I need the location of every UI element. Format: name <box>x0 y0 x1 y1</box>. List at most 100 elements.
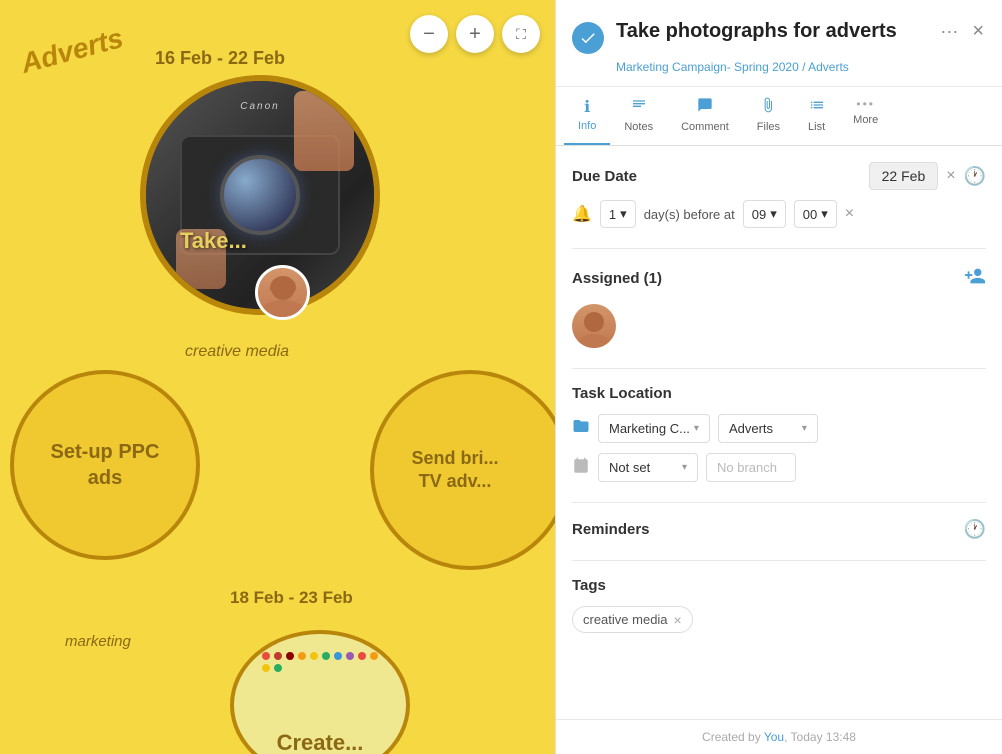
assigned-label: Assigned (1) <box>572 270 662 287</box>
created-by-user[interactable]: You <box>764 730 784 744</box>
project-value: Marketing C... <box>609 421 690 436</box>
zoom-in-button[interactable]: + <box>456 15 494 53</box>
project-chevron-icon: ▾ <box>694 423 699 434</box>
tab-notes[interactable]: Notes <box>610 87 667 145</box>
mindmap-panel: Adverts 16 Feb - 22 Feb Canon Take... <box>0 0 555 754</box>
task-options-button[interactable]: ··· <box>936 19 962 44</box>
assigned-section: Assigned (1) <box>572 265 986 348</box>
tab-files-label: Files <box>757 121 780 133</box>
close-button[interactable]: × <box>970 18 986 45</box>
reminders-section: Reminders 🕐 <box>572 519 986 540</box>
reminder-minute-value: 00 <box>803 207 817 222</box>
task-location-section: Task Location Marketing C... ▾ Adverts ▾ <box>572 385 986 482</box>
tag-text: creative media <box>583 612 668 627</box>
folder-value: Adverts <box>729 421 798 436</box>
list-icon <box>809 97 825 118</box>
reminder-days-select[interactable]: 1 ▾ <box>600 200 636 228</box>
add-user-icon <box>964 265 986 287</box>
send-circle[interactable]: Send bri...TV adv... <box>370 370 555 570</box>
take-label: Take... <box>180 228 247 659</box>
task-location-header: Task Location <box>572 385 986 402</box>
clear-reminder-button[interactable]: × <box>845 205 854 223</box>
divider-2 <box>572 368 986 369</box>
reminders-header: Reminders 🕐 <box>572 519 986 540</box>
tab-list-label: List <box>808 121 825 133</box>
more-icon: ••• <box>856 97 875 111</box>
due-date-section: Due Date 22 Feb × 🕐 🔔 1 ▾ day(s) before … <box>572 162 986 228</box>
remove-tag-button[interactable]: × <box>674 613 682 627</box>
add-assignee-button[interactable] <box>964 265 986 292</box>
task-complete-icon[interactable] <box>572 22 604 54</box>
send-label: Send bri...TV adv... <box>411 447 528 494</box>
divider-1 <box>572 248 986 249</box>
task-header-top: Take photographs for adverts ··· × <box>572 18 986 54</box>
sprint-value: Not set <box>609 460 678 475</box>
assigned-header: Assigned (1) <box>572 265 986 292</box>
dots-menu-icon: ··· <box>940 21 958 41</box>
project-select[interactable]: Marketing C... ▾ <box>598 414 710 443</box>
date-range-bottom: 18 Feb - 23 Feb <box>230 588 353 608</box>
sprint-select[interactable]: Not set ▾ <box>598 453 698 482</box>
create-label: Create... <box>277 730 364 754</box>
branch-icon <box>572 457 590 478</box>
reminder-minute-select[interactable]: 00 ▾ <box>794 200 837 228</box>
location-row-2: Not set ▾ No branch <box>572 453 986 482</box>
create-circle[interactable]: Create... <box>230 630 410 754</box>
zoom-out-button[interactable]: − <box>410 15 448 53</box>
tab-files[interactable]: Files <box>743 87 794 145</box>
files-icon <box>760 97 776 118</box>
reminder-days-value: 1 <box>609 207 616 222</box>
branch-display: No branch <box>706 453 796 482</box>
header-actions: ··· × <box>936 18 986 45</box>
due-date-value[interactable]: 22 Feb <box>869 162 939 190</box>
add-reminder-button[interactable]: 🕐 <box>964 519 986 540</box>
created-by-text: Created by <box>702 730 764 744</box>
alarm-icon: 🔔 <box>572 204 592 224</box>
reminder-hour-value: 09 <box>752 207 766 222</box>
clear-due-date-button[interactable]: × <box>946 167 955 185</box>
tags-label: Tags <box>572 577 606 594</box>
ppc-circle[interactable]: Set-up PPCads <box>10 370 200 560</box>
reminder-before-text: day(s) before at <box>644 207 735 222</box>
fit-view-button[interactable]: ⛶ <box>502 15 540 53</box>
close-icon: × <box>972 20 984 42</box>
info-icon: ℹ <box>584 97 590 117</box>
tab-info-label: Info <box>578 120 596 132</box>
divider-3 <box>572 502 986 503</box>
due-date-clock-button[interactable]: 🕐 <box>964 166 986 187</box>
reminder-hour-select[interactable]: 09 ▾ <box>743 200 786 228</box>
tab-bar: ℹ Info Notes Comment Files List <box>556 87 1002 146</box>
breadcrumb[interactable]: Marketing Campaign- Spring 2020 / Advert… <box>616 60 986 74</box>
sprint-chevron-icon: ▾ <box>682 462 687 473</box>
assignees-list <box>572 304 986 348</box>
tab-comment[interactable]: Comment <box>667 87 743 145</box>
comment-icon <box>697 97 713 118</box>
folder-chevron-icon: ▾ <box>802 423 807 434</box>
tab-more-label: More <box>853 114 878 126</box>
adverts-label: Adverts <box>18 22 127 80</box>
assignee-face <box>572 304 616 348</box>
location-row-1: Marketing C... ▾ Adverts ▾ <box>572 414 986 443</box>
reminder-row: 🔔 1 ▾ day(s) before at 09 ▾ 00 ▾ × <box>572 200 986 228</box>
due-date-row: Due Date 22 Feb × 🕐 <box>572 162 986 190</box>
chevron-hour-icon: ▾ <box>770 206 777 222</box>
no-branch-text: No branch <box>717 460 777 475</box>
tab-more[interactable]: ••• More <box>839 87 892 145</box>
avatar-in-circle <box>255 265 310 320</box>
tab-list[interactable]: List <box>794 87 839 145</box>
chevron-minute-icon: ▾ <box>821 206 828 222</box>
tab-info[interactable]: ℹ Info <box>564 87 610 145</box>
tag-item: creative media × <box>572 606 693 633</box>
created-timestamp: , Today 13:48 <box>784 730 856 744</box>
assignee-avatar[interactable] <box>572 304 616 348</box>
task-location-label: Task Location <box>572 385 672 402</box>
notes-icon <box>631 97 647 118</box>
zoom-controls: − + ⛶ <box>410 15 540 53</box>
due-date-label: Due Date <box>572 168 637 185</box>
tags-header: Tags <box>572 577 986 594</box>
divider-4 <box>572 560 986 561</box>
task-header: Take photographs for adverts ··· × Marke… <box>556 0 1002 87</box>
task-footer: Created by You, Today 13:48 <box>556 719 1002 754</box>
folder-select[interactable]: Adverts ▾ <box>718 414 818 443</box>
reminders-label: Reminders <box>572 521 650 538</box>
